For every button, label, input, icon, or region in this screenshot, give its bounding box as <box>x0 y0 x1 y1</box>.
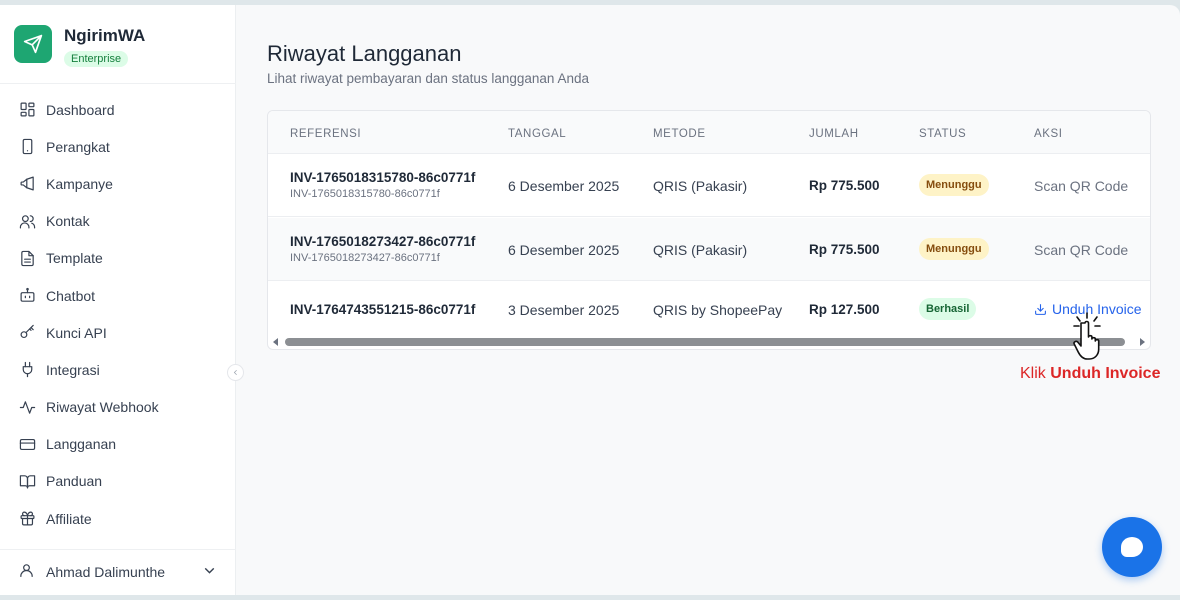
sidebar-item-kunci-api[interactable]: Kunci API <box>0 314 236 351</box>
column-header-jumlah: JUMLAH <box>809 128 859 140</box>
status-badge: Menunggu <box>919 174 989 196</box>
amount-cell: Rp 775.500 <box>809 242 880 257</box>
user-menu[interactable]: Ahmad Dalimunthe <box>18 560 218 584</box>
sidebar-item-langganan[interactable]: Langganan <box>0 426 236 463</box>
table-row: INV-1764743551215-86c0771f 3 Desember 20… <box>268 282 1150 337</box>
sidebar-item-label: Affiliate <box>46 510 92 527</box>
brand[interactable]: NgirimWA Enterprise <box>14 25 145 67</box>
status-badge: Menunggu <box>919 238 989 260</box>
chevron-left-icon <box>233 369 237 376</box>
sidebar-item-label: Kunci API <box>46 324 107 341</box>
annotation-emphasis: Unduh Invoice <box>1050 365 1161 382</box>
dashboard-icon <box>18 101 36 119</box>
sidebar-item-label: Panduan <box>46 473 103 490</box>
card-icon <box>18 435 36 453</box>
chevron-down-icon <box>201 562 218 582</box>
page-subtitle: Lihat riwayat pembayaran dan status lang… <box>267 71 589 86</box>
sidebar-item-label: Langganan <box>46 436 117 453</box>
subscription-history-table: REFERENSI TANGGAL METODE JUMLAH STATUS A… <box>267 110 1151 350</box>
annotation-prefix: Klik <box>1020 365 1046 382</box>
sidebar-nav: Dashboard Perangkat Kampanye Kontak Temp… <box>0 91 236 537</box>
amount-cell: Rp 127.500 <box>809 302 880 317</box>
scroll-right-arrow-icon[interactable] <box>1140 338 1145 346</box>
table-header: REFERENSI TANGGAL METODE JUMLAH STATUS A… <box>268 111 1150 154</box>
sidebar-item-panduan[interactable]: Panduan <box>0 463 236 500</box>
reference-number: INV-1765018273427-86c0771f <box>290 234 476 249</box>
document-icon <box>18 249 36 267</box>
megaphone-icon <box>18 175 36 193</box>
download-icon <box>1035 303 1046 315</box>
contacts-icon <box>18 212 36 230</box>
horizontal-scrollbar[interactable] <box>268 335 1150 349</box>
method-cell: QRIS (Pakasir) <box>653 178 748 194</box>
sidebar-item-perangkat[interactable]: Perangkat <box>0 128 236 165</box>
chat-support-button[interactable] <box>1102 517 1162 577</box>
plan-badge: Enterprise <box>64 51 129 67</box>
bot-icon <box>18 287 36 305</box>
sidebar-item-kontak[interactable]: Kontak <box>0 203 236 240</box>
column-header-status: STATUS <box>919 128 967 140</box>
scan-qr-code-button[interactable]: Scan QR Code <box>1034 242 1128 258</box>
column-header-aksi: AKSI <box>1034 128 1063 140</box>
table-row: INV-1765018273427-86c0771f INV-176501827… <box>268 218 1150 281</box>
plug-icon <box>18 361 36 379</box>
user-icon <box>18 562 35 582</box>
user-name: Ahmad Dalimunthe <box>46 564 166 580</box>
column-header-referensi: REFERENSI <box>290 128 362 140</box>
sidebar-item-integrasi[interactable]: Integrasi <box>0 351 236 388</box>
device-icon <box>18 138 36 156</box>
activity-icon <box>18 398 36 416</box>
chat-bubble-icon <box>1121 537 1143 557</box>
sidebar-item-affiliate[interactable]: Affiliate <box>0 500 236 537</box>
column-header-tanggal: TANGGAL <box>508 128 567 140</box>
sidebar-item-kampanye[interactable]: Kampanye <box>0 165 236 202</box>
sidebar-item-label: Riwayat Webhook <box>46 399 159 416</box>
sidebar-item-label: Template <box>46 250 103 267</box>
collapse-sidebar-button[interactable] <box>227 364 244 381</box>
reference-cell: INV-1765018315780-86c0771f INV-176501831… <box>290 170 475 200</box>
reference-number: INV-1765018315780-86c0771f <box>290 170 476 185</box>
divider <box>0 549 236 550</box>
reference-subtext: INV-1765018315780-86c0771f <box>290 188 440 200</box>
reference-cell: INV-1765018273427-86c0771f INV-176501827… <box>290 234 475 264</box>
sidebar-item-label: Dashboard <box>46 101 115 118</box>
method-cell: QRIS by ShopeePay <box>653 302 783 318</box>
sidebar-item-chatbot[interactable]: Chatbot <box>0 277 236 314</box>
date-cell: 3 Desember 2025 <box>508 302 620 318</box>
scroll-left-arrow-icon[interactable] <box>273 338 278 346</box>
reference-subtext: INV-1765018273427-86c0771f <box>290 252 440 264</box>
pointer-hand-icon <box>1073 312 1101 360</box>
app-name: NgirimWA <box>64 26 146 45</box>
divider <box>0 83 236 84</box>
amount-cell: Rp 775.500 <box>809 178 880 193</box>
send-icon <box>14 25 52 63</box>
sidebar-item-label: Perangkat <box>46 138 110 155</box>
date-cell: 6 Desember 2025 <box>508 178 620 194</box>
scan-qr-code-button[interactable]: Scan QR Code <box>1034 178 1128 194</box>
sidebar: NgirimWA Enterprise Dashboard Perangkat … <box>0 5 236 595</box>
date-cell: 6 Desember 2025 <box>508 242 620 258</box>
page-title: Riwayat Langganan <box>267 41 462 66</box>
sidebar-item-riwayat-webhook[interactable]: Riwayat Webhook <box>0 389 236 426</box>
sidebar-item-dashboard[interactable]: Dashboard <box>0 91 236 128</box>
sidebar-item-template[interactable]: Template <box>0 240 236 277</box>
scrollbar-thumb[interactable] <box>285 338 1125 346</box>
gift-icon <box>18 510 36 528</box>
book-icon <box>18 472 36 490</box>
key-icon <box>18 324 36 342</box>
sidebar-item-label: Kampanye <box>46 175 113 192</box>
sidebar-item-label: Kontak <box>46 213 90 230</box>
status-badge: Berhasil <box>919 298 977 320</box>
reference-number: INV-1764743551215-86c0771f <box>290 302 476 317</box>
app-window: NgirimWA Enterprise Dashboard Perangkat … <box>0 5 1180 595</box>
sidebar-item-label: Integrasi <box>46 361 100 378</box>
annotation-text: Klik Unduh Invoice <box>1020 365 1160 383</box>
method-cell: QRIS (Pakasir) <box>653 242 748 258</box>
sidebar-item-label: Chatbot <box>46 287 96 304</box>
table-row: INV-1765018315780-86c0771f INV-176501831… <box>268 154 1150 217</box>
column-header-metode: METODE <box>653 128 706 140</box>
